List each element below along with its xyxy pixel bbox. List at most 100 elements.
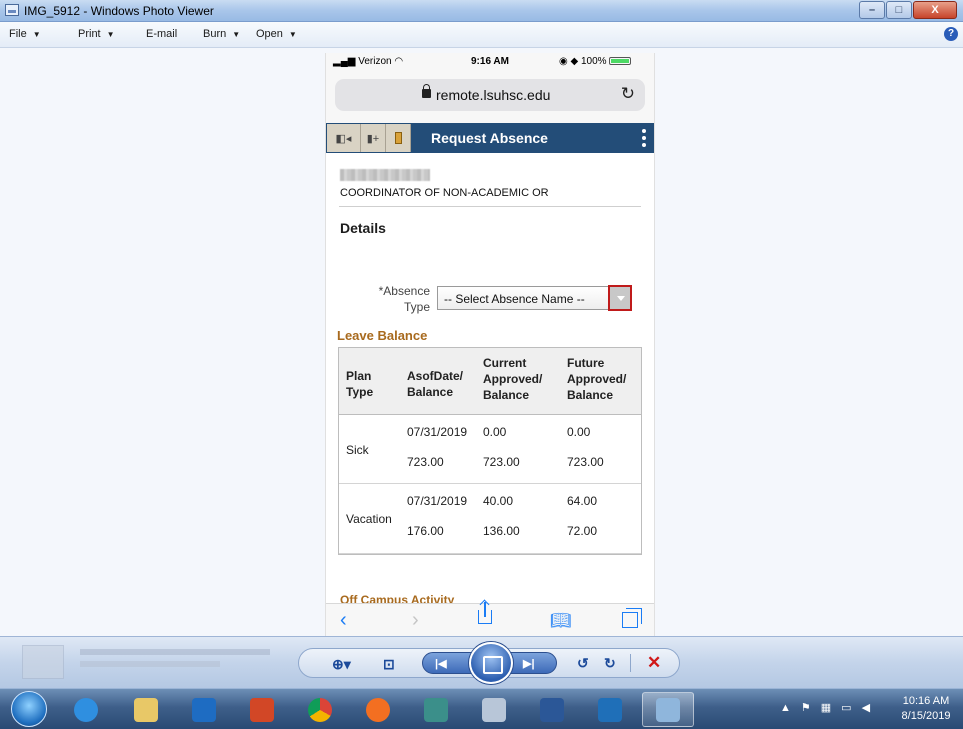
menu-print[interactable]: Print ▼ xyxy=(78,28,115,40)
window-controls: – □ X xyxy=(858,1,957,19)
taskbar-chrome[interactable] xyxy=(294,692,346,727)
details-heading: Details xyxy=(340,220,386,236)
dropdown-arrow-icon[interactable] xyxy=(608,285,632,311)
asof-date-cell: 07/31/2019 xyxy=(407,425,468,439)
taskbar-onenote[interactable] xyxy=(468,692,520,727)
carrier-label: ▂▄▆ Verizon ◠ xyxy=(333,56,403,67)
flag-icon[interactable]: ⚑ xyxy=(801,702,821,714)
taskbar-outlook[interactable] xyxy=(178,692,230,727)
table-row: Vacation 07/31/2019 40.00 64.00 176.00 1… xyxy=(339,484,641,554)
divider xyxy=(630,654,631,672)
url-text: remote.lsuhsc.edu xyxy=(436,87,551,103)
col-current-l1: Current xyxy=(483,356,527,370)
reload-icon[interactable]: ↻ xyxy=(621,84,635,104)
col-plan-type-l2: Type xyxy=(346,385,374,399)
bookmarks-icon[interactable]: 📖︎ xyxy=(550,611,572,631)
back-icon[interactable]: ‹ xyxy=(340,609,347,632)
chrome-icon xyxy=(308,697,332,722)
alarm-icon: ◉ ◆ xyxy=(559,56,579,67)
folder-icon xyxy=(134,697,158,722)
next-icon[interactable]: ▶| xyxy=(523,657,535,670)
rotate-clockwise-icon[interactable]: ↻ xyxy=(604,655,616,672)
signal-icon: ▂▄▆ xyxy=(333,56,356,67)
slideshow-button[interactable] xyxy=(469,642,513,684)
add-icon[interactable]: ▮+ xyxy=(361,124,386,152)
app-header: ◧◂ ▮+ Request Absence xyxy=(326,123,654,153)
chevron-down-icon: ▼ xyxy=(232,30,241,39)
lock-icon xyxy=(422,84,431,98)
battery-status: ◉ ◆ 100% xyxy=(559,56,632,67)
balance-cell: 723.00 xyxy=(407,455,444,469)
taskbar-firefox[interactable] xyxy=(352,692,404,727)
chevron-down-icon: ▼ xyxy=(288,30,297,39)
page-title: Request Absence xyxy=(431,130,548,146)
network-icon[interactable]: ▦ xyxy=(821,702,841,714)
close-button[interactable]: X xyxy=(913,1,957,19)
asof-date-cell: 07/31/2019 xyxy=(407,494,468,508)
plan-type-cell: Vacation xyxy=(346,512,392,526)
outlook-icon xyxy=(192,697,216,722)
rotate-counterclockwise-icon[interactable]: ↺ xyxy=(577,655,589,672)
word-icon xyxy=(540,697,564,722)
ios-status-bar: ▂▄▆ Verizon ◠ 9:16 AM ◉ ◆ 100% xyxy=(326,53,654,71)
show-hidden-icons-icon[interactable]: ▲ xyxy=(780,702,801,714)
image-thumbnail xyxy=(22,645,64,679)
zoom-icon[interactable]: ⊕▾ xyxy=(332,656,351,673)
clock-time: 10:16 AM xyxy=(902,695,950,707)
menu-open[interactable]: Open ▼ xyxy=(256,28,297,40)
col-asof-l2: Balance xyxy=(407,385,454,399)
col-current: Current Approved/ Balance xyxy=(483,355,542,403)
col-future: Future Approved/ Balance xyxy=(567,355,626,403)
request-absence-form: COORDINATOR OF NON-ACADEMIC OR Details *… xyxy=(326,153,654,607)
signout-door-icon[interactable] xyxy=(386,124,411,152)
notebook-icon xyxy=(482,697,506,722)
actual-size-icon[interactable]: ⊡ xyxy=(383,656,395,673)
taskbar-file-explorer[interactable] xyxy=(120,692,172,727)
taskbar-remote-desktop[interactable] xyxy=(584,692,636,727)
title-bar: IMG_5912 - Windows Photo Viewer – □ X xyxy=(0,0,963,22)
taskbar-powerpoint[interactable] xyxy=(236,692,288,727)
navbar-icon[interactable]: ◧◂ xyxy=(327,124,361,152)
volume-icon[interactable]: ◀ xyxy=(862,702,880,714)
photo-viewer-icon xyxy=(5,4,19,16)
display-icon[interactable]: ▭ xyxy=(841,702,861,714)
menu-burn[interactable]: Burn ▼ xyxy=(203,28,240,40)
tabs-icon[interactable] xyxy=(622,608,642,628)
delete-icon[interactable]: ✕ xyxy=(647,653,661,673)
job-title: COORDINATOR OF NON-ACADEMIC OR xyxy=(340,187,549,199)
clock-date: 8/15/2019 xyxy=(901,710,951,722)
previous-icon[interactable]: |◀ xyxy=(435,657,447,670)
chevron-down-icon: ▼ xyxy=(32,30,41,39)
help-icon[interactable]: ? xyxy=(944,27,958,41)
forward-icon[interactable]: › xyxy=(412,609,419,632)
internet-explorer-icon xyxy=(74,697,98,722)
minimize-button[interactable]: – xyxy=(859,1,885,19)
start-button[interactable] xyxy=(11,691,47,727)
absence-type-select[interactable]: -- Select Absence Name -- xyxy=(437,285,632,311)
menu-file[interactable]: File ▼ xyxy=(9,28,41,40)
taskbar-internet-explorer[interactable] xyxy=(60,692,112,727)
more-options-icon[interactable] xyxy=(642,129,646,150)
image-viewport: ▂▄▆ Verizon ◠ 9:16 AM ◉ ◆ 100% remote.ls… xyxy=(0,48,963,636)
safari-address-bar[interactable]: remote.lsuhsc.edu ↻ xyxy=(335,79,645,111)
current-balance-cell: 723.00 xyxy=(483,455,520,469)
maximize-button[interactable]: □ xyxy=(886,1,912,19)
carrier-text: Verizon xyxy=(358,56,392,67)
publisher-icon xyxy=(424,697,448,722)
taskbar-word[interactable] xyxy=(526,692,578,727)
current-cell: 0.00 xyxy=(483,425,507,439)
menu-open-label: Open xyxy=(256,28,283,40)
taskbar-publisher[interactable] xyxy=(410,692,462,727)
future-cell: 64.00 xyxy=(567,494,598,508)
photo-viewer-icon xyxy=(656,697,680,722)
menu-email[interactable]: E-mail xyxy=(146,28,177,40)
share-icon[interactable] xyxy=(478,602,492,624)
header-nav-buttons: ◧◂ ▮+ xyxy=(327,124,411,152)
taskbar-photo-viewer[interactable] xyxy=(642,692,694,727)
status-time: 9:16 AM xyxy=(471,56,509,67)
chevron-down-icon: ▼ xyxy=(106,30,115,39)
col-current-l3: Balance xyxy=(483,388,530,402)
image-info-line xyxy=(80,649,270,655)
taskbar-clock[interactable]: 10:16 AM 8/15/2019 xyxy=(896,694,956,724)
battery-icon xyxy=(609,57,632,65)
